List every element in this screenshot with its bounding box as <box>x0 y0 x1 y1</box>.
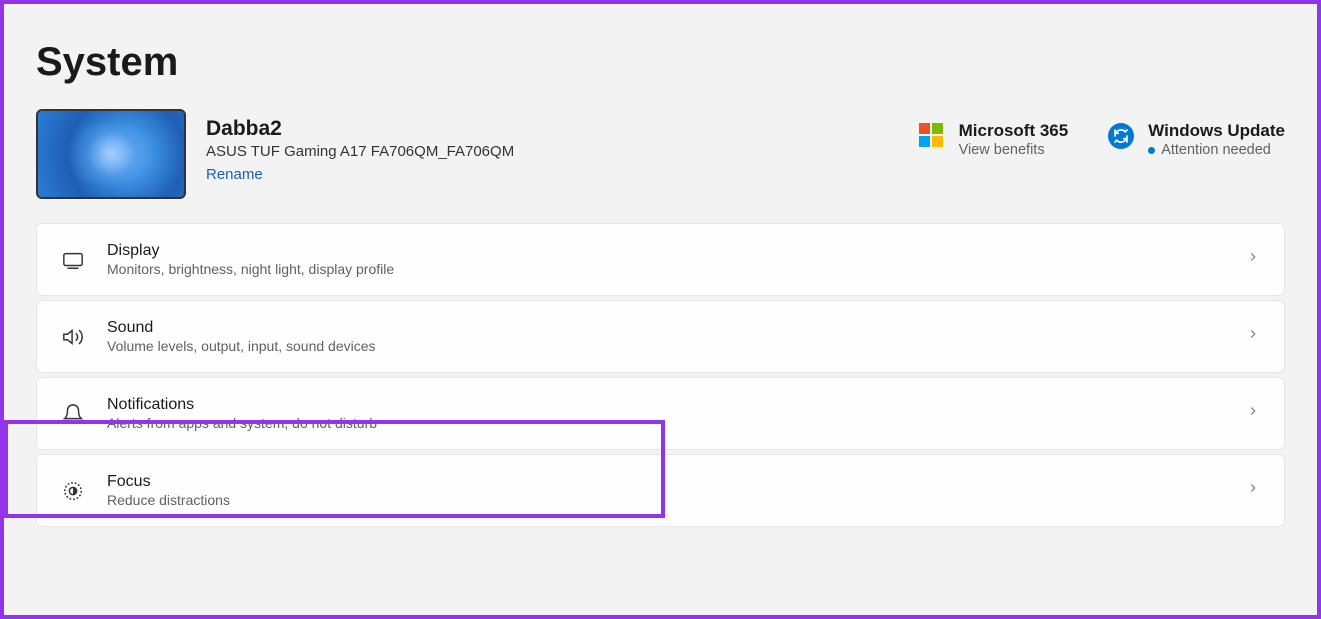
setting-desc: Monitors, brightness, night light, displ… <box>107 261 1246 277</box>
setting-item-sound[interactable]: Sound Volume levels, output, input, soun… <box>36 300 1285 373</box>
windows-update-icon <box>1108 123 1134 149</box>
device-thumbnail[interactable] <box>36 109 186 199</box>
chevron-right-icon <box>1246 404 1260 423</box>
setting-item-notifications[interactable]: Notifications Alerts from apps and syste… <box>36 377 1285 450</box>
setting-title: Display <box>107 242 1246 260</box>
setting-desc: Volume levels, output, input, sound devi… <box>107 338 1246 354</box>
setting-desc: Alerts from apps and system, do not dist… <box>107 415 1246 431</box>
device-model: ASUS TUF Gaming A17 FA706QM_FA706QM <box>206 143 514 160</box>
chevron-right-icon <box>1246 250 1260 269</box>
focus-icon <box>61 479 85 503</box>
setting-title: Notifications <box>107 396 1246 414</box>
page-title: System <box>4 4 1317 109</box>
settings-list: Display Monitors, brightness, night ligh… <box>4 223 1317 527</box>
display-icon <box>61 248 85 272</box>
bell-icon <box>61 402 85 426</box>
chevron-right-icon <box>1246 327 1260 346</box>
rename-link[interactable]: Rename <box>206 166 263 183</box>
setting-item-focus[interactable]: Focus Reduce distractions <box>36 454 1285 527</box>
setting-item-display[interactable]: Display Monitors, brightness, night ligh… <box>36 223 1285 296</box>
chevron-right-icon <box>1246 481 1260 500</box>
device-name: Dabba2 <box>206 117 514 141</box>
windows-update-card[interactable]: Windows Update Attention needed <box>1108 121 1285 158</box>
microsoft-365-card[interactable]: Microsoft 365 View benefits <box>919 121 1069 158</box>
attention-dot-icon <box>1148 147 1155 154</box>
device-info-block: Dabba2 ASUS TUF Gaming A17 FA706QM_FA706… <box>36 109 514 199</box>
microsoft-365-icon <box>919 123 945 149</box>
microsoft-365-sub: View benefits <box>959 142 1069 158</box>
microsoft-365-title: Microsoft 365 <box>959 121 1069 141</box>
setting-title: Focus <box>107 473 1246 491</box>
setting-title: Sound <box>107 319 1246 337</box>
sound-icon <box>61 325 85 349</box>
windows-update-title: Windows Update <box>1148 121 1285 141</box>
device-section: Dabba2 ASUS TUF Gaming A17 FA706QM_FA706… <box>4 109 1317 223</box>
windows-update-sub: Attention needed <box>1148 142 1285 158</box>
setting-desc: Reduce distractions <box>107 492 1246 508</box>
